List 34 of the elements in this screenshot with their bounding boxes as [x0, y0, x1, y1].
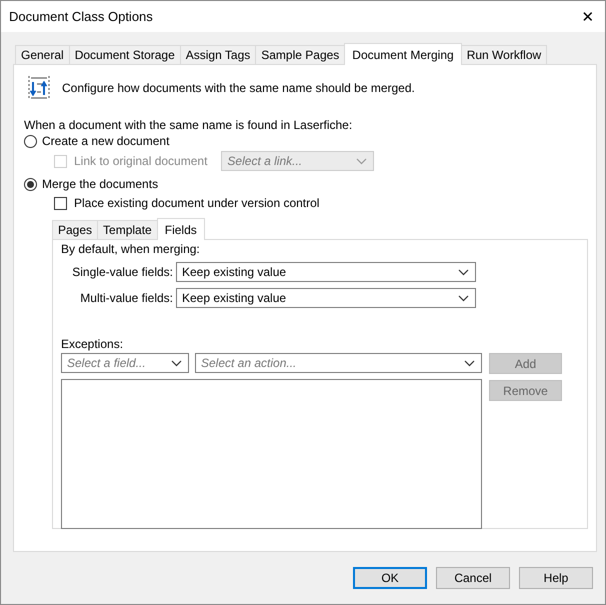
setting-dropdown[interactable]: Keep existing value: [176, 288, 476, 308]
tab[interactable]: General: [15, 45, 70, 64]
setting-dropdown[interactable]: Keep existing value: [176, 262, 476, 282]
action-select-dropdown[interactable]: Select an action...: [195, 353, 482, 373]
dialog-button[interactable]: Help: [519, 567, 593, 589]
chevron-down-icon: [171, 360, 182, 366]
field-select-dropdown[interactable]: Select a field...: [61, 353, 189, 373]
tab[interactable]: Fields: [156, 218, 205, 240]
tab[interactable]: Template: [97, 220, 158, 239]
chevron-down-icon: [458, 294, 469, 302]
tab[interactable]: Sample Pages: [255, 45, 346, 64]
create-new-radio[interactable]: Create a new document: [24, 132, 588, 150]
setting-label: Single-value fields:: [71, 265, 174, 279]
tab[interactable]: Assign Tags: [180, 45, 256, 64]
merge-arrows-icon: [28, 75, 50, 101]
chevron-down-icon: [464, 360, 475, 366]
window-title: Document Class Options: [9, 9, 153, 24]
version-control-checkbox[interactable]: Place existing document under version control: [54, 193, 588, 213]
tab[interactable]: Document Storage: [68, 45, 181, 64]
default-label: By default, when merging:: [61, 242, 201, 256]
prompt-text: When a document with the same name is found in Laserfiche:: [24, 118, 354, 132]
chevron-down-icon: [458, 268, 469, 276]
close-button[interactable]: ✕: [571, 1, 605, 32]
dialog-button[interactable]: OK: [353, 567, 427, 589]
exceptions-list[interactable]: [61, 379, 482, 529]
dialog-button[interactable]: Cancel: [436, 567, 510, 589]
merge-documents-radio[interactable]: Merge the documents: [24, 175, 588, 193]
setting-label: Multi-value fields:: [79, 291, 174, 305]
tab[interactable]: Document Merging: [344, 43, 462, 65]
tab[interactable]: Pages: [52, 220, 98, 239]
tab[interactable]: Run Workflow: [460, 45, 548, 64]
exceptions-label: Exceptions:: [61, 337, 124, 351]
chevron-down-icon: [356, 158, 368, 164]
description-text: Configure how documents with the same name should be merged.: [62, 81, 415, 95]
